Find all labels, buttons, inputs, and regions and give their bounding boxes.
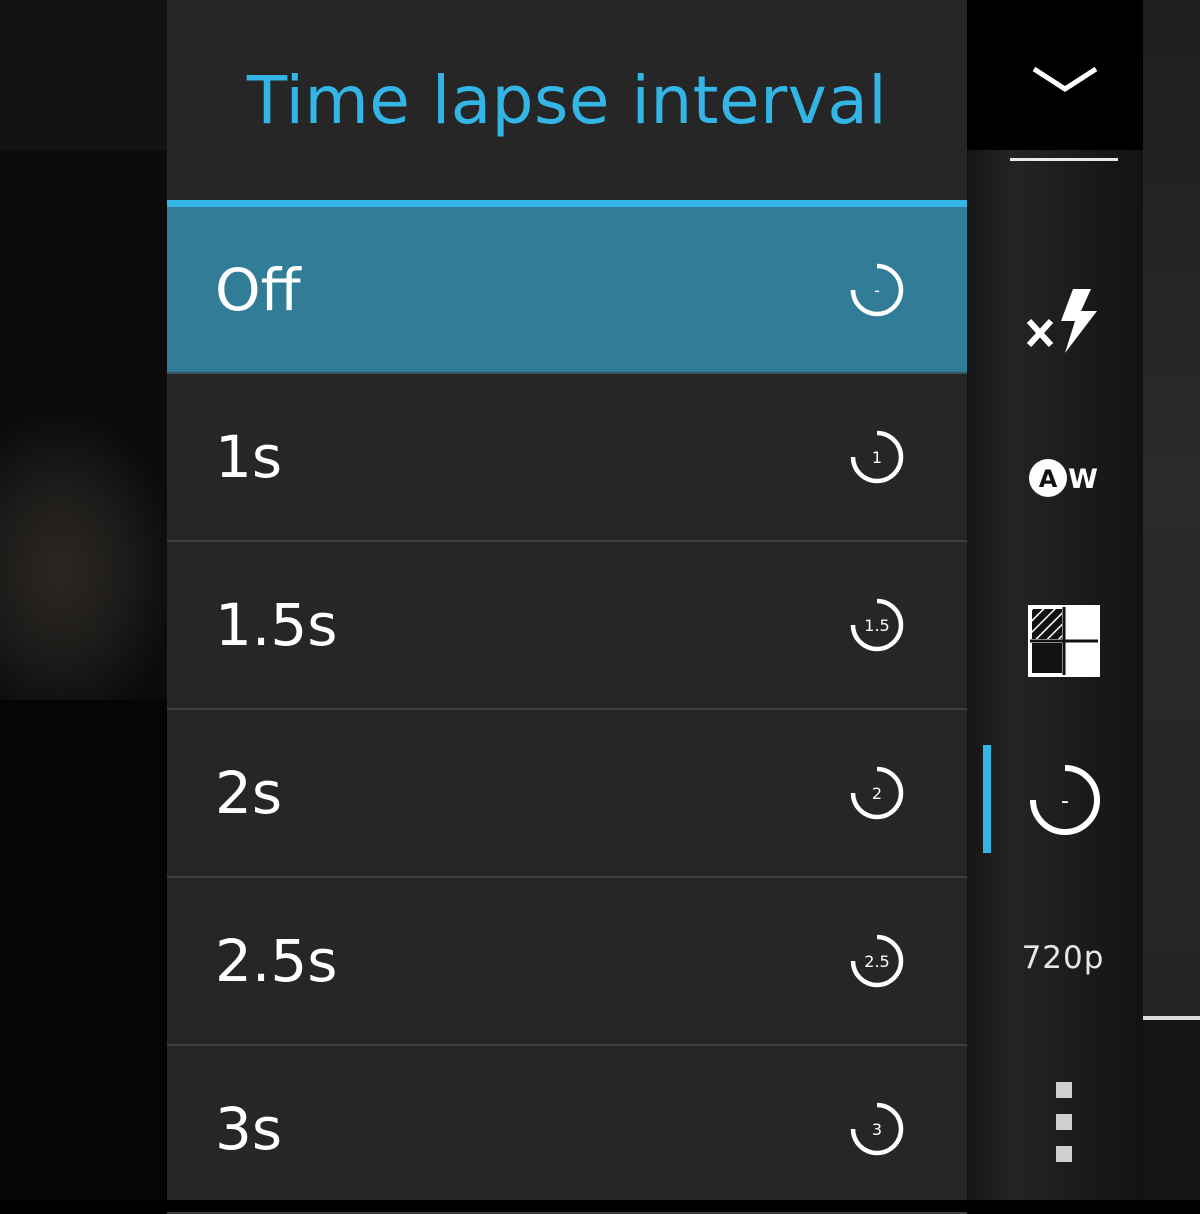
svg-text:-: - (1061, 789, 1069, 814)
timelapse-3s-icon: 3 (847, 1099, 907, 1159)
interval-option-2.5s[interactable]: 2.5s 2.5 (167, 878, 967, 1046)
title-divider (167, 200, 967, 207)
svg-text:3: 3 (872, 1120, 882, 1139)
timelapse-interval-popup: Time lapse interval Off - 1s 1 1.5s 1.5 … (167, 0, 967, 1214)
timelapse-2s-icon: 2 (847, 763, 907, 823)
timelapse-2.5s-icon: 2.5 (847, 931, 907, 991)
option-label: 2.5s (215, 927, 338, 995)
video-resolution-setting[interactable]: 720p (1008, 940, 1118, 976)
white-balance-auto-icon[interactable]: A W (1020, 450, 1110, 506)
sidebar-divider (1010, 158, 1118, 161)
option-label: Off (215, 255, 301, 324)
timelapse-off-icon: - (847, 260, 907, 320)
interval-option-3s[interactable]: 3s 3 (167, 1046, 967, 1214)
interval-option-1.5s[interactable]: 1.5s 1.5 (167, 542, 967, 710)
camera-preview-dark (0, 700, 167, 1200)
status-strip (0, 0, 167, 150)
option-label: 1.5s (215, 591, 338, 659)
chevron-down-icon[interactable] (1020, 55, 1110, 105)
interval-option-2s[interactable]: 2s 2 (167, 710, 967, 878)
svg-text:-: - (874, 281, 880, 300)
interval-list: Off - 1s 1 1.5s 1.5 2s 2 2.5s 2.5 3s 3 (167, 207, 967, 1214)
interval-option-off[interactable]: Off - (167, 207, 967, 374)
timelapse-1.5s-icon: 1.5 (847, 595, 907, 655)
timelapse-1s-icon: 1 (847, 427, 907, 487)
svg-text:2.5: 2.5 (864, 952, 889, 971)
svg-text:2: 2 (872, 784, 882, 803)
svg-text:W: W (1068, 464, 1098, 495)
exposure-grid-icon[interactable] (1025, 602, 1103, 680)
option-label: 1s (215, 423, 283, 491)
interval-option-1s[interactable]: 1s 1 (167, 374, 967, 542)
more-options-icon[interactable] (1044, 1082, 1084, 1162)
active-setting-indicator (983, 745, 991, 853)
option-label: 3s (215, 1095, 283, 1163)
right-bottom-area (1143, 1020, 1200, 1200)
svg-text:1: 1 (872, 448, 882, 467)
svg-text:1.5: 1.5 (864, 616, 889, 635)
svg-text:A: A (1039, 465, 1058, 493)
option-label: 2s (215, 759, 283, 827)
flash-off-icon[interactable] (1018, 280, 1108, 360)
popup-title: Time lapse interval (246, 61, 888, 139)
timelapse-off-icon[interactable]: - (1025, 760, 1105, 840)
